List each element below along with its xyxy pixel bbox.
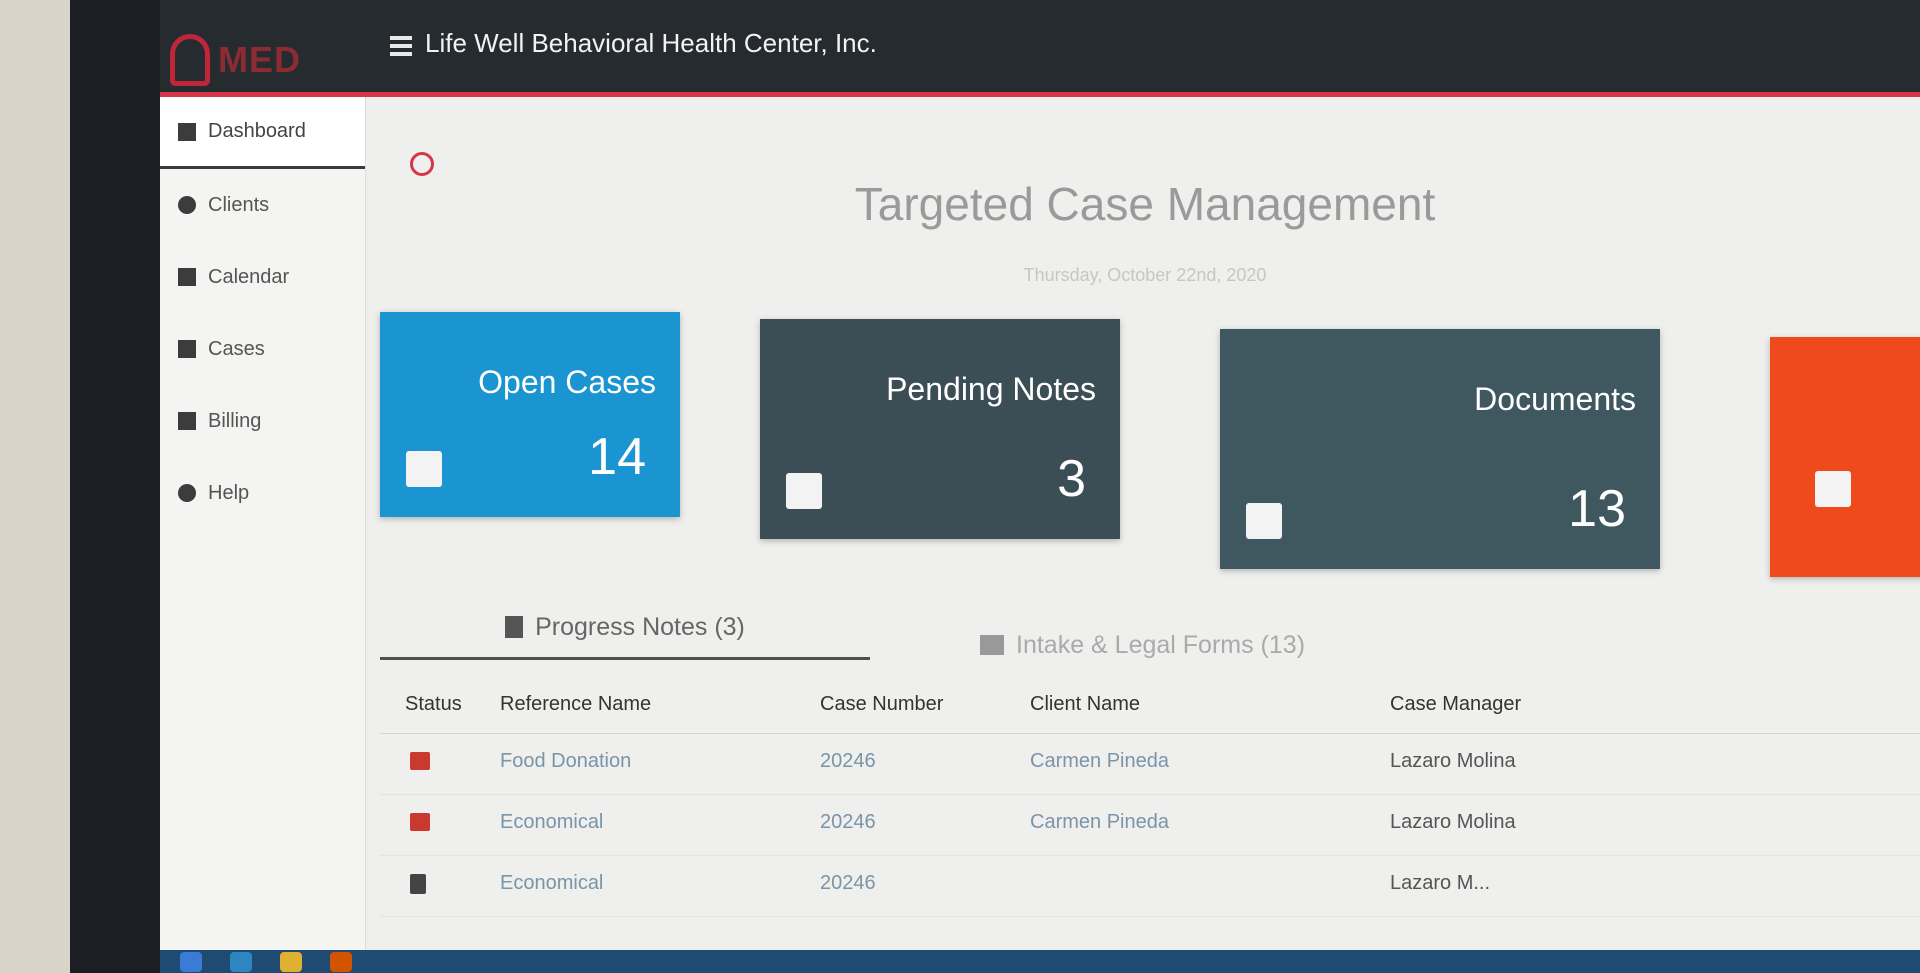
logo-text: MED — [218, 39, 301, 80]
help-icon — [178, 484, 196, 502]
document-icon — [505, 616, 524, 638]
card-title: Pending Notes — [886, 371, 1096, 407]
organization-name: Life Well Behavioral Health Center, Inc. — [425, 28, 877, 58]
sidebar-item-help[interactable]: Help — [160, 457, 365, 529]
media-player-icon[interactable] — [330, 952, 352, 972]
person-icon — [178, 196, 196, 214]
manager-cell: Lazaro Molina — [1390, 750, 1516, 772]
thumbs-down-icon — [410, 813, 430, 831]
case-number-cell[interactable]: 20246 — [820, 872, 876, 895]
table-header-row: Status Reference Name Case Number Client… — [380, 677, 1920, 734]
documents-card[interactable]: Documents 13 — [1220, 329, 1660, 569]
sidebar-item-label: Dashboard — [208, 120, 306, 142]
menu-toggle-icon[interactable] — [390, 36, 412, 56]
folder-user-icon — [1246, 503, 1282, 539]
page-date: Thursday, October 22nd, 2020 — [1023, 265, 1267, 285]
case-number-cell[interactable]: 20246 — [820, 750, 876, 773]
manager-cell: Lazaro Molina — [1390, 811, 1516, 833]
open-cases-card[interactable]: Open Cases 14 — [380, 312, 680, 517]
pending-notes-card[interactable]: Pending Notes 3 — [760, 319, 1120, 539]
sidebar-item-cases[interactable]: Cases — [160, 313, 365, 385]
sidebar-item-label: Cases — [208, 337, 265, 360]
column-header-status[interactable]: Status — [405, 693, 462, 716]
briefcase-icon — [406, 451, 442, 487]
client-cell[interactable]: Carmen Pineda — [1030, 811, 1169, 834]
document-icon — [1815, 471, 1851, 507]
reference-cell[interactable]: Economical — [500, 872, 603, 895]
sidebar-item-clients[interactable]: Clients — [160, 169, 365, 241]
document-icon — [786, 473, 822, 509]
app-logo[interactable]: MED — [170, 30, 301, 90]
card-count: 14 — [588, 428, 646, 486]
card-count: 3 — [1057, 450, 1086, 508]
tab-progress-notes[interactable]: Progress Notes (3) — [380, 597, 870, 660]
tab-label: Intake & Legal Forms (13) — [1016, 630, 1306, 659]
card-title: Open Cases — [478, 364, 656, 400]
contact-card-icon — [980, 635, 1004, 655]
manager-cell: Lazaro M... — [1390, 872, 1491, 894]
tab-label: Progress Notes (3) — [535, 612, 745, 641]
sidebar-item-label: Calendar — [208, 265, 290, 288]
app-screen: MED Life Well Behavioral Health Center, … — [160, 0, 1920, 950]
browser-icon[interactable] — [230, 952, 252, 972]
reference-cell[interactable]: Food Donation — [500, 750, 631, 773]
briefcase-icon — [178, 340, 196, 358]
card-title: Documents — [1474, 381, 1636, 417]
table-row[interactable]: Food Donation 20246 Carmen Pineda Lazaro… — [380, 734, 1920, 795]
sidebar-item-label: Clients — [208, 193, 270, 216]
sidebar-item-billing[interactable]: Billing — [160, 385, 365, 457]
sidebar: Dashboard Clients Calendar Cases Billing… — [160, 97, 366, 950]
column-header-reference[interactable]: Reference Name — [500, 693, 651, 716]
dashboard-icon — [178, 122, 196, 141]
start-button-icon[interactable] — [180, 952, 202, 972]
thumbs-down-icon — [410, 752, 430, 770]
logo-mark-icon — [170, 34, 210, 86]
card-count: 13 — [1568, 480, 1626, 538]
os-taskbar — [160, 950, 1920, 973]
sidebar-item-dashboard[interactable]: Dashboard — [160, 97, 365, 169]
folder-icon[interactable] — [280, 952, 302, 972]
main-content: Targeted Case Management Thursday, Octob… — [370, 97, 1920, 950]
notes-tabs: Progress Notes (3) Intake & Legal Forms … — [380, 597, 1920, 667]
client-cell[interactable]: Carmen Pineda — [1030, 750, 1169, 773]
tab-intake-legal-forms[interactable]: Intake & Legal Forms (13) — [980, 615, 1400, 675]
sidebar-item-calendar[interactable]: Calendar — [160, 241, 365, 313]
top-bar: MED Life Well Behavioral Health Center, … — [160, 0, 1920, 97]
reference-cell[interactable]: Economical — [500, 811, 603, 834]
table-row[interactable]: Economical 20246 Carmen Pineda Lazaro Mo… — [380, 795, 1920, 856]
column-header-case-number[interactable]: Case Number — [820, 693, 943, 716]
support-icon[interactable] — [410, 152, 434, 176]
extra-card[interactable] — [1770, 337, 1920, 577]
bank-icon — [178, 412, 196, 430]
case-number-cell[interactable]: 20246 — [820, 811, 876, 834]
table-row[interactable]: Economical 20246 Lazaro M... — [380, 856, 1920, 917]
clipboard-clock-icon — [410, 874, 426, 894]
calendar-icon — [178, 268, 196, 286]
progress-notes-table: Status Reference Name Case Number Client… — [380, 677, 1920, 917]
sidebar-item-label: Billing — [208, 409, 262, 432]
page-title: Targeted Case Management — [854, 178, 1436, 230]
sidebar-item-label: Help — [208, 481, 250, 504]
column-header-manager[interactable]: Case Manager — [1390, 693, 1521, 716]
column-header-client[interactable]: Client Name — [1030, 693, 1140, 716]
